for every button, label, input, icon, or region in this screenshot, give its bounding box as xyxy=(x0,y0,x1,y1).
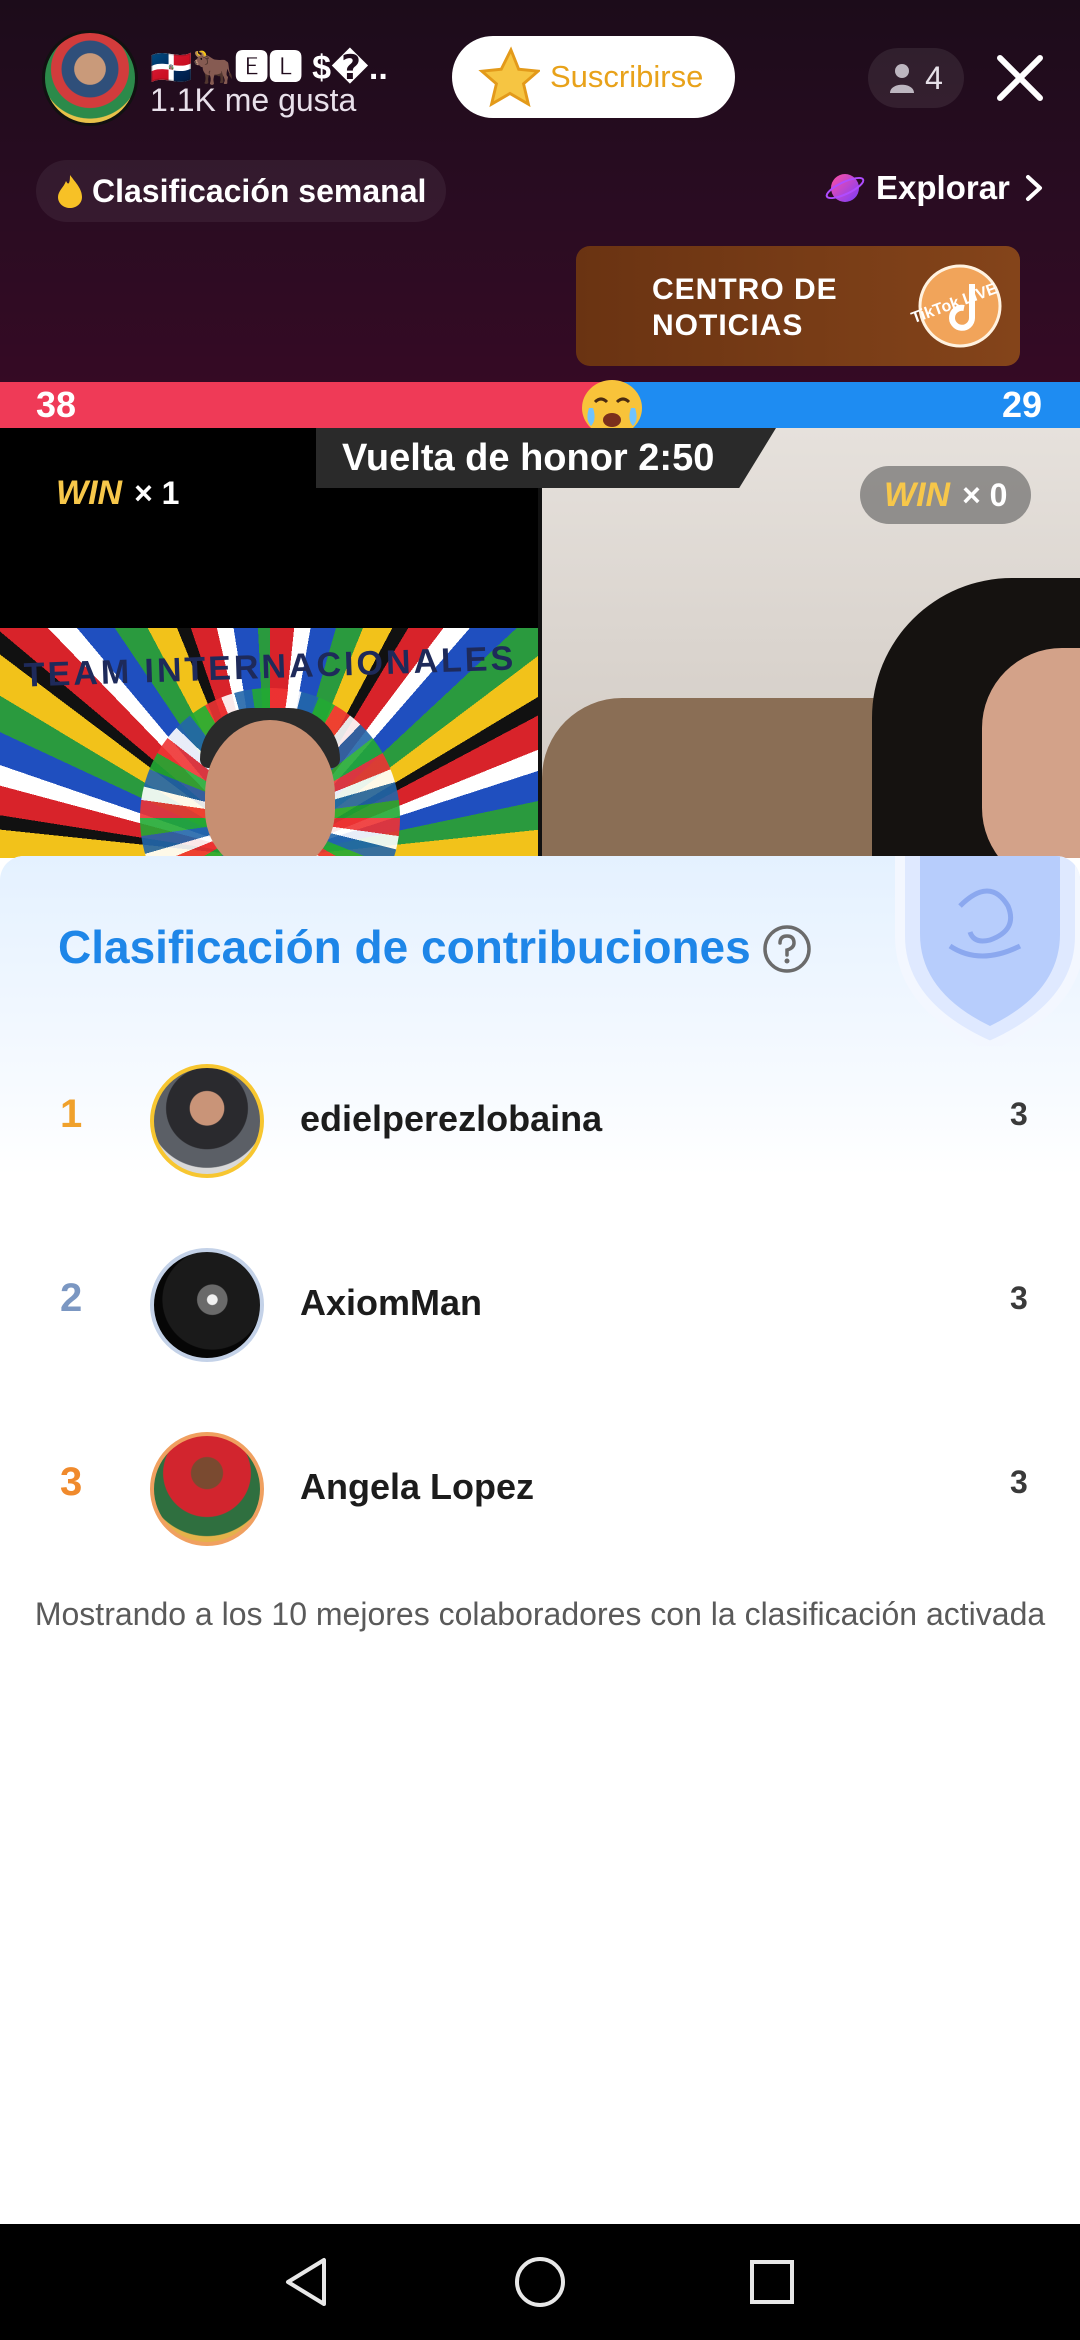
viewer-count[interactable]: 4 xyxy=(868,48,964,108)
chevron-right-icon xyxy=(1025,175,1042,201)
news-center-text: CENTRO DE NOTICIAS xyxy=(652,273,838,342)
close-icon[interactable] xyxy=(990,48,1050,108)
person-icon xyxy=(890,64,915,93)
avatar[interactable] xyxy=(150,1064,264,1178)
host-face xyxy=(205,720,335,858)
viewer-count-text: 4 xyxy=(925,59,943,96)
flame-icon xyxy=(58,175,82,208)
win-streak-left: WIN × 1 xyxy=(56,474,179,513)
planet-icon xyxy=(825,174,865,202)
contribution-title: Clasificación de contribuciones xyxy=(58,921,751,973)
rank-number: 1 xyxy=(60,1092,83,1136)
weekly-ranking-label: Clasificación semanal xyxy=(92,172,427,209)
battle-score-bar: 38 29 xyxy=(0,382,1080,428)
explore-button[interactable]: Explorar xyxy=(824,160,1044,216)
contributor-name[interactable]: AxiomMan xyxy=(300,1282,482,1324)
home-circle-icon[interactable] xyxy=(512,2254,568,2310)
tiktok-live-badge-icon: TikTok LIVE xyxy=(909,264,1002,348)
help-icon[interactable] xyxy=(762,924,812,974)
shield-icon xyxy=(895,856,1080,1046)
host-avatar[interactable] xyxy=(42,30,138,126)
win-word-left: WIN xyxy=(56,474,123,512)
win-count-left: × 1 xyxy=(134,475,180,511)
system-nav-bar xyxy=(0,2224,1080,2340)
contributor-row[interactable]: 1 edielperezlobaina 3 xyxy=(0,1056,1080,1186)
avatar[interactable] xyxy=(150,1432,264,1546)
battle-timer: Vuelta de honor 2:50 xyxy=(316,428,776,488)
contributor-score: 3 xyxy=(1010,1280,1028,1316)
score-left: 38 xyxy=(0,382,612,428)
win-word-right: WIN xyxy=(884,475,951,514)
contributor-name[interactable]: edielperezlobaina xyxy=(300,1098,602,1140)
rank-number: 2 xyxy=(60,1276,83,1320)
win-streak-right: WIN × 0 xyxy=(860,466,1032,524)
contributor-row[interactable]: 3 Angela Lopez 3 xyxy=(0,1424,1080,1554)
ranking-footer-note: Mostrando a los 10 mejores colaboradores… xyxy=(34,1596,1046,1632)
contributor-score: 3 xyxy=(1010,1096,1028,1132)
subscribe-label: Suscribirse xyxy=(550,59,704,94)
contributor-score: 3 xyxy=(1010,1464,1028,1500)
contributor-name[interactable]: Angela Lopez xyxy=(300,1466,534,1508)
back-triangle-icon[interactable] xyxy=(280,2254,336,2310)
rank-number: 3 xyxy=(60,1460,83,1504)
video-divider xyxy=(538,428,542,858)
opponent-face xyxy=(982,648,1080,858)
news-center-banner[interactable]: CENTRO DE NOTICIAS TikTok LIVE xyxy=(576,246,1020,366)
avatar[interactable] xyxy=(150,1248,264,1362)
score-right: 29 xyxy=(612,382,1080,428)
win-count-right: × 0 xyxy=(962,476,1008,513)
star-icon xyxy=(478,46,540,108)
contributor-row[interactable]: 2 AxiomMan 3 xyxy=(0,1240,1080,1370)
host-likes: 1.1K me gusta xyxy=(150,82,357,118)
recents-square-icon[interactable] xyxy=(744,2254,800,2310)
explore-label: Explorar xyxy=(876,169,1010,206)
contribution-sheet: Clasificación de contribuciones 1 edielp… xyxy=(0,856,1080,2224)
subscribe-button[interactable]: Suscribirse xyxy=(452,36,735,118)
weekly-ranking-button[interactable]: Clasificación semanal xyxy=(36,160,447,222)
